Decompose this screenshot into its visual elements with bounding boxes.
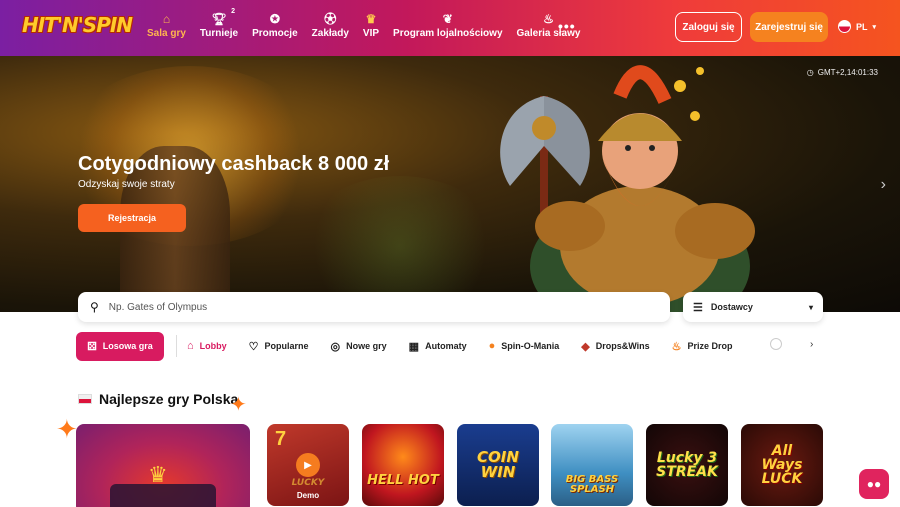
chat-support-button[interactable]: ●● [859, 469, 889, 499]
game-tile[interactable]: COIN WIN [457, 424, 539, 506]
game-tile[interactable]: HELL HOT [362, 424, 444, 506]
play-icon[interactable]: ▶ [296, 453, 320, 477]
main-nav: ⌂ Sala gry 🏆︎ 2 Turnieje ✪ Promocje ⚽︎ Z… [140, 8, 588, 39]
hero-banner[interactable]: ◷ GMT+2,14:01:33 Cotygodniowy cashback 8… [0, 56, 900, 312]
chevron-down-icon: ▾ [808, 302, 813, 312]
chat-bubble-icon: ●● [866, 477, 882, 491]
promo-panel [110, 484, 216, 507]
notification-badge: 2 [231, 8, 236, 15]
login-button[interactable]: Zaloguj się [675, 12, 742, 42]
category-label: Popularne [264, 341, 309, 351]
category-label: Spin-O-Mania [501, 341, 560, 351]
chevron-down-icon: ▾ [872, 23, 877, 31]
featured-promo-tile[interactable]: ♛ [76, 424, 250, 507]
providers-dropdown[interactable]: ☰ Dostawcy ▾ [683, 292, 823, 322]
category-label: Automaty [425, 341, 467, 351]
dwarf-warrior-illustration [500, 65, 755, 312]
sparkle-burst-icon: ✦ [56, 414, 78, 444]
language-selector[interactable]: PL ▾ [838, 20, 876, 33]
clock-icon: ◷ [806, 68, 814, 77]
nav-sala-gry[interactable]: ⌂ Sala gry [140, 10, 193, 39]
nav-vip[interactable]: ♛ VIP [356, 10, 386, 39]
ball-icon: ⚽︎ [324, 12, 337, 26]
nav-label: Program lojalnościowy [393, 28, 503, 39]
divider [176, 335, 177, 357]
demo-label: Demo [296, 491, 320, 500]
chevron-right-icon[interactable]: › [881, 176, 886, 194]
game-title: Lucky 3 STREAK [656, 450, 718, 480]
flame-icon: ♨ [671, 340, 682, 353]
poland-flag-icon [78, 394, 92, 404]
game-title: LUCKY [291, 478, 325, 488]
game-title: BIG BASS SPLASH [565, 474, 619, 495]
sparkle-burst-icon: ✦ [230, 394, 247, 416]
dice-icon: ⚄ [87, 340, 97, 353]
section-title: Najlepsze gry Polska [78, 391, 238, 407]
category-label: Drops&Wins [595, 341, 650, 351]
game-search-bar: ⚲ [78, 292, 670, 322]
spin-o-mania-icon: ● [488, 340, 496, 352]
game-title: COIN WIN [477, 448, 519, 481]
game-tile[interactable]: Lucky 3 STREAK [646, 424, 728, 506]
filter-sliders-icon: ☰ [693, 301, 703, 314]
game-tile[interactable]: All Ways LUCK [741, 424, 823, 506]
top-header: HIT'N'SPIN ⌂ Sala gry 🏆︎ 2 Turnieje ✪ Pr… [0, 0, 900, 56]
category-bar: ⚄ Losowa gra ⌂ Lobby ♡ Popularne ◎ Nowe … [76, 331, 755, 361]
nav-program-lojalnosciowy[interactable]: ❦ Program lojalnościowy [386, 10, 509, 39]
nav-label: Promocje [252, 28, 298, 39]
providers-label: Dostawcy [710, 302, 753, 312]
category-prize-drop[interactable]: ♨ Prize Drop [672, 340, 733, 353]
seven-icon: 7 [275, 428, 287, 450]
wings-icon: ❦ [442, 12, 453, 26]
category-label: Nowe gry [346, 341, 387, 351]
home-icon: ⌂ [187, 340, 194, 352]
promo-icon: ✪ [269, 12, 280, 26]
clock-display: ◷ GMT+2,14:01:33 [807, 68, 878, 77]
trophy-icon: 🏆︎ [211, 12, 227, 26]
drops-wins-icon: ◆ [581, 340, 590, 353]
category-label: Lobby [199, 341, 227, 351]
register-button[interactable]: Zarejestruj się [750, 12, 828, 42]
hero-title: Cotygodniowy cashback 8 000 zł [78, 153, 390, 175]
search-icon: ⚲ [90, 300, 99, 314]
nav-label: Turnieje [199, 28, 239, 39]
slot-machine-icon: ▦ [408, 340, 420, 353]
logo[interactable]: HIT'N'SPIN [22, 13, 133, 37]
nav-zaklady[interactable]: ⚽︎ Zakłady [305, 10, 356, 39]
category-nowe-gry[interactable]: ◎ Nowe gry [331, 340, 387, 353]
nav-galeria-slawy[interactable]: ♨ Galeria sławy [510, 10, 588, 39]
category-lobby[interactable]: ⌂ Lobby [187, 340, 227, 352]
category-automaty[interactable]: ▦ Automaty [409, 340, 467, 353]
game-tile[interactable]: BIG BASS SPLASH [551, 424, 633, 506]
more-menu-icon[interactable]: ••• [558, 18, 576, 34]
language-code: PL [856, 21, 868, 32]
game-tile[interactable]: 7 ▶ LUCKY Demo [267, 424, 349, 506]
category-popularne[interactable]: ♡ Popularne [249, 340, 309, 353]
game-title: All Ways LUCK [761, 443, 803, 487]
chevron-right-icon[interactable]: › [810, 339, 813, 350]
nav-label: Sala gry [147, 28, 186, 39]
category-label: Prize Drop [687, 341, 733, 351]
search-input[interactable] [108, 301, 609, 313]
heart-icon: ♡ [248, 340, 259, 353]
hero-subtitle: Odzyskaj swoje straty [78, 179, 175, 190]
crown-icon: ♛ [365, 12, 377, 26]
home-icon: ⌂ [162, 12, 171, 26]
nav-label: Zakłady [311, 28, 349, 39]
category-drops-wins[interactable]: ◆ Drops&Wins [581, 340, 649, 353]
flame-icon: ♨ [543, 12, 554, 26]
section-title-text: Najlepsze gry Polska [99, 391, 239, 407]
game-title: HELL HOT [367, 472, 439, 488]
nav-turnieje[interactable]: 🏆︎ 2 Turnieje [193, 8, 245, 39]
random-game-button[interactable]: ⚄ Losowa gra [76, 331, 164, 361]
nav-label: VIP [362, 28, 380, 39]
scroll-left-button[interactable] [770, 338, 782, 350]
time-text: GMT+2,14:01:33 [817, 68, 878, 77]
poland-flag-icon [838, 20, 851, 33]
nav-promocje[interactable]: ✪ Promocje [245, 10, 305, 39]
new-badge-icon: ◎ [330, 340, 341, 353]
category-spin-o-mania[interactable]: ● Spin-O-Mania [489, 340, 560, 352]
random-game-label: Losowa gra [102, 341, 153, 351]
hero-register-button[interactable]: Rejestracja [78, 204, 186, 232]
